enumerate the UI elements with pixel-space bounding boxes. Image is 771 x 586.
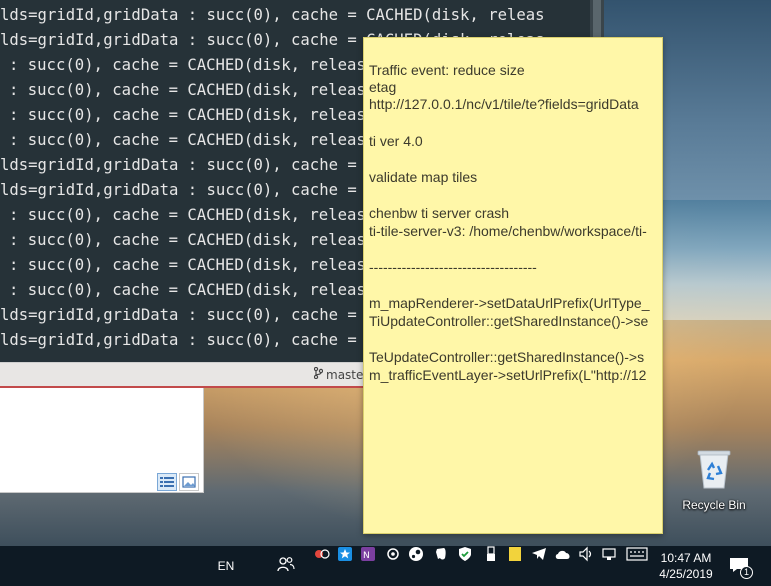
tray-defender-icon[interactable] bbox=[457, 546, 473, 562]
sticky-note-line: ti-tile-server-v3: /home/chenbw/workspac… bbox=[369, 223, 647, 239]
sticky-note-line: ti ver 4.0 bbox=[369, 133, 423, 149]
sticky-note-line: m_trafficEventLayer->setUrlPrefix(L"http… bbox=[369, 367, 647, 383]
recycle-bin-shortcut[interactable]: Recycle Bin bbox=[676, 448, 752, 518]
people-icon bbox=[277, 556, 295, 577]
details-view-icon bbox=[160, 473, 174, 492]
action-center-button[interactable]: 1 bbox=[726, 546, 753, 586]
large-icons-view-icon bbox=[182, 473, 196, 492]
recycle-bin-label: Recycle Bin bbox=[682, 498, 746, 512]
sticky-note-line: m_mapRenderer->setDataUrlPrefix(UrlType_ bbox=[369, 295, 650, 311]
input-language-indicator[interactable]: EN bbox=[212, 546, 240, 586]
sticky-note-line: chenbw ti server crash bbox=[369, 205, 510, 221]
sticky-note-line: Traffic event: reduce size bbox=[369, 62, 525, 78]
touch-keyboard-icon[interactable] bbox=[625, 546, 649, 562]
svg-text:N: N bbox=[363, 551, 370, 561]
tray-telegram-icon[interactable] bbox=[531, 546, 547, 562]
git-branch-indicator[interactable]: master bbox=[313, 366, 369, 382]
tray-star-app-icon[interactable] bbox=[337, 546, 353, 562]
clock-time: 10:47 AM bbox=[660, 551, 712, 565]
tray-onedrive-icon[interactable] bbox=[554, 546, 572, 562]
people-button[interactable] bbox=[274, 546, 298, 586]
terminal-line: lds=gridId,gridData : succ(0), cache = C… bbox=[0, 6, 545, 24]
taskbar: EN N 10:47 AM 4/25/2019 1 bbox=[0, 546, 771, 586]
git-branch-label: master bbox=[326, 367, 369, 382]
tray-app-red-icon[interactable] bbox=[314, 546, 330, 562]
tray-evernote-icon[interactable] bbox=[433, 546, 449, 562]
clock-date: 4/25/2019 bbox=[659, 567, 713, 581]
system-clock[interactable]: 10:47 AM 4/25/2019 bbox=[653, 546, 719, 586]
tray-onenote-icon[interactable]: N bbox=[360, 546, 376, 562]
notification-count-badge: 1 bbox=[740, 566, 753, 579]
network-icon[interactable] bbox=[601, 546, 617, 562]
tray-sync-icon[interactable] bbox=[385, 546, 401, 562]
sticky-note-line: TeUpdateController::getSharedInstance()-… bbox=[369, 349, 645, 365]
volume-icon[interactable] bbox=[578, 546, 594, 562]
tray-sticky-notes-icon[interactable] bbox=[507, 546, 523, 562]
tray-usb-icon[interactable] bbox=[483, 546, 499, 562]
recycle-bin-icon bbox=[694, 448, 734, 494]
sticky-note[interactable]: Traffic event: reduce size etag http://1… bbox=[363, 37, 663, 534]
sticky-note-line: validate map tiles bbox=[369, 169, 478, 185]
tray-steam-icon[interactable] bbox=[408, 546, 424, 562]
sticky-note-line: etag bbox=[369, 79, 397, 95]
sticky-note-line: http://127.0.0.1/nc/v1/tile/te?fields=gr… bbox=[369, 96, 639, 112]
notification-icon: 1 bbox=[729, 557, 753, 579]
large-icons-view-button[interactable] bbox=[179, 473, 199, 491]
sticky-note-line: TiUpdateController::getSharedInstance()-… bbox=[369, 313, 649, 329]
git-branch-icon bbox=[313, 366, 324, 382]
terminal-scrollbar-thumb[interactable] bbox=[593, 0, 601, 40]
details-view-button[interactable] bbox=[157, 473, 177, 491]
sticky-note-separator: ------------------------------------ bbox=[369, 259, 537, 275]
